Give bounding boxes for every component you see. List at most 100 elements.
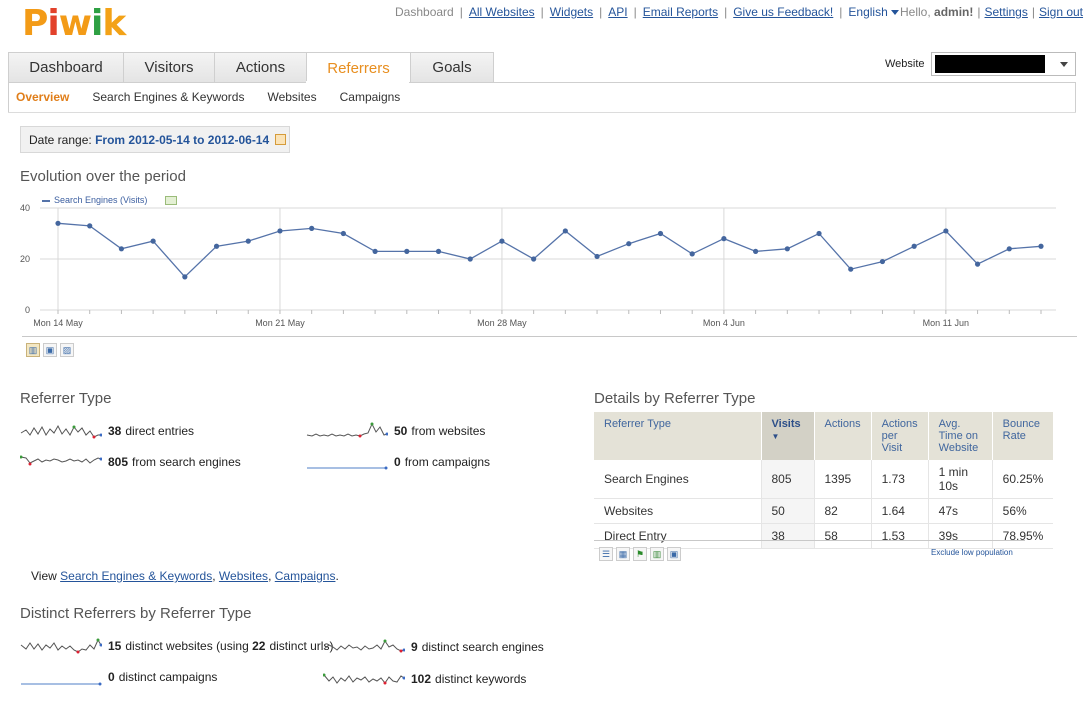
date-range-selector[interactable]: Date range: From 2012-05-14 to 2012-06-1… <box>20 126 290 153</box>
website-selector[interactable] <box>931 52 1076 76</box>
tab-referrers[interactable]: Referrers <box>306 52 411 83</box>
table-cell: 1.53 <box>870 523 929 549</box>
calendar-icon <box>275 134 287 145</box>
column-header-actions-per-visit[interactable]: Actions per Visit <box>870 412 929 460</box>
table-icon[interactable]: ☰ <box>599 547 613 561</box>
column-header-avg-time[interactable]: Avg. Time on Website <box>927 412 993 460</box>
table-row[interactable]: Direct Entry 38 58 1.53 39s 78.95% <box>594 523 1054 549</box>
data-point <box>626 241 632 247</box>
table-row[interactable]: Websites 50 82 1.64 47s 56% <box>594 498 1054 524</box>
view-campaigns-link[interactable]: Campaigns <box>275 569 336 583</box>
subtab-search-engines-keywords[interactable]: Search Engines & Keywords <box>92 90 244 104</box>
data-point <box>499 238 505 244</box>
sparkline-min-point <box>76 650 80 654</box>
top-link-api[interactable]: API <box>608 5 627 19</box>
sort-desc-icon: ▼ <box>771 432 780 441</box>
column-header-visits[interactable]: Visits ▼ <box>760 412 814 460</box>
table-cell: 805 <box>760 460 814 499</box>
data-point <box>118 246 125 252</box>
logo-letter: k <box>102 3 126 44</box>
greeting: Hello, <box>900 5 931 19</box>
top-link-all-websites[interactable]: All Websites <box>469 5 535 19</box>
data-point <box>467 256 473 262</box>
tab-divider <box>8 82 1076 83</box>
top-link-email-reports[interactable]: Email Reports <box>643 5 718 19</box>
sign-out-link[interactable]: Sign out <box>1039 5 1083 19</box>
evolution-title: Evolution over the period <box>20 168 186 185</box>
table-cell: 1.73 <box>870 460 929 499</box>
data-point <box>657 230 664 237</box>
data-point <box>594 253 600 260</box>
settings-link[interactable]: Settings <box>985 5 1028 19</box>
tab-dashboard[interactable]: Dashboard <box>8 52 124 82</box>
tab-actions[interactable]: Actions <box>214 52 307 82</box>
table-cell: 58 <box>813 523 872 549</box>
piwik-logo[interactable]: Piwik <box>22 3 126 44</box>
column-header-actions[interactable]: Actions <box>813 412 872 460</box>
sparkline-max-point <box>383 639 387 643</box>
logo-letter: i <box>47 3 59 44</box>
sparkline-min-point <box>358 434 362 438</box>
column-header-referrer-type[interactable]: Referrer Type <box>594 412 761 460</box>
tab-goals[interactable]: Goals <box>410 52 494 82</box>
sparkline-distinct-websites[interactable] <box>20 636 102 656</box>
sparkline-max-point <box>20 455 23 459</box>
distinct-title: Distinct Referrers by Referrer Type <box>20 605 252 622</box>
distinct-keywords-row: 102 distinct keywords <box>323 669 526 689</box>
save-icon[interactable]: ▣ <box>667 547 681 561</box>
data-point <box>816 230 822 237</box>
logo-letter: i <box>91 3 103 44</box>
data-point <box>55 220 61 226</box>
data-point <box>182 274 188 280</box>
chevron-down-icon <box>890 10 899 16</box>
exclude-low-population-link[interactable]: Exclude low population <box>931 548 1013 557</box>
top-link-widgets[interactable]: Widgets <box>550 5 593 19</box>
sparkline-direct[interactable] <box>20 421 102 441</box>
table-more-icon[interactable]: ▦ <box>616 547 630 561</box>
sparkline-distinct-keywords[interactable] <box>323 669 405 689</box>
top-menu: Dashboard | All Websites | Widgets | API | Email… <box>395 5 899 19</box>
save-icon[interactable]: ▣ <box>43 343 57 357</box>
sparkline-search-engines[interactable] <box>20 452 102 472</box>
image-icon[interactable]: ▨ <box>60 343 74 357</box>
top-link-feedback[interactable]: Give us Feedback! <box>733 5 833 19</box>
top-link-dashboard[interactable]: Dashboard <box>395 5 454 19</box>
websites-label: from websites <box>411 424 486 438</box>
details-table: Referrer Type Visits ▼ Actions Actions p… <box>594 412 1054 549</box>
table-cell: 56% <box>991 498 1054 524</box>
redacted-website-name <box>935 55 1045 73</box>
table-cell: Search Engines <box>594 460 761 499</box>
main-tabs: Dashboard Visitors Actions Referrers Goa… <box>8 52 494 83</box>
sparkline-campaigns[interactable] <box>306 452 388 472</box>
search-engines-count: 805 <box>108 455 129 469</box>
sparkline-distinct-campaigns[interactable] <box>20 667 102 687</box>
sparkline-min-point <box>28 462 32 466</box>
referrer-campaigns-row: 0 from campaigns <box>306 452 490 472</box>
subtab-overview[interactable]: Overview <box>16 90 69 104</box>
date-range-label: Date range: <box>29 133 92 147</box>
column-header-bounce-rate[interactable]: Bounce Rate <box>991 412 1054 460</box>
subtab-websites[interactable]: Websites <box>267 90 316 104</box>
y-tick-label: 0 <box>25 305 30 315</box>
goal-flag-icon[interactable]: ⚑ <box>633 547 647 561</box>
view-search-engines-link[interactable]: Search Engines & Keywords <box>60 569 212 583</box>
distinct-keywords-count: 102 <box>411 672 432 686</box>
bar-chart-icon[interactable]: ▥ <box>26 343 40 357</box>
campaigns-label: from campaigns <box>404 455 491 469</box>
date-range-value: From 2012-05-14 to 2012-06-14 <box>95 133 270 147</box>
tab-visitors[interactable]: Visitors <box>123 52 215 82</box>
sparkline-websites[interactable] <box>306 421 388 441</box>
language-selector[interactable]: English <box>848 5 899 19</box>
x-tick-label: Mon 14 May <box>33 318 83 328</box>
view-websites-link[interactable]: Websites <box>219 569 268 583</box>
series-line <box>57 222 1042 278</box>
data-point <box>277 228 283 234</box>
data-point <box>562 228 568 234</box>
table-row[interactable]: Search Engines 805 1395 1.73 1 min 10s 6… <box>594 460 1054 499</box>
sparkline-distinct-search-engines[interactable] <box>323 637 405 657</box>
bar-chart-icon[interactable]: ▥ <box>650 547 664 561</box>
sparkline-max-point <box>96 638 100 642</box>
subtab-campaigns[interactable]: Campaigns <box>340 90 401 104</box>
sparkline-last-point <box>98 682 102 686</box>
search-engines-label: from search engines <box>132 455 241 469</box>
